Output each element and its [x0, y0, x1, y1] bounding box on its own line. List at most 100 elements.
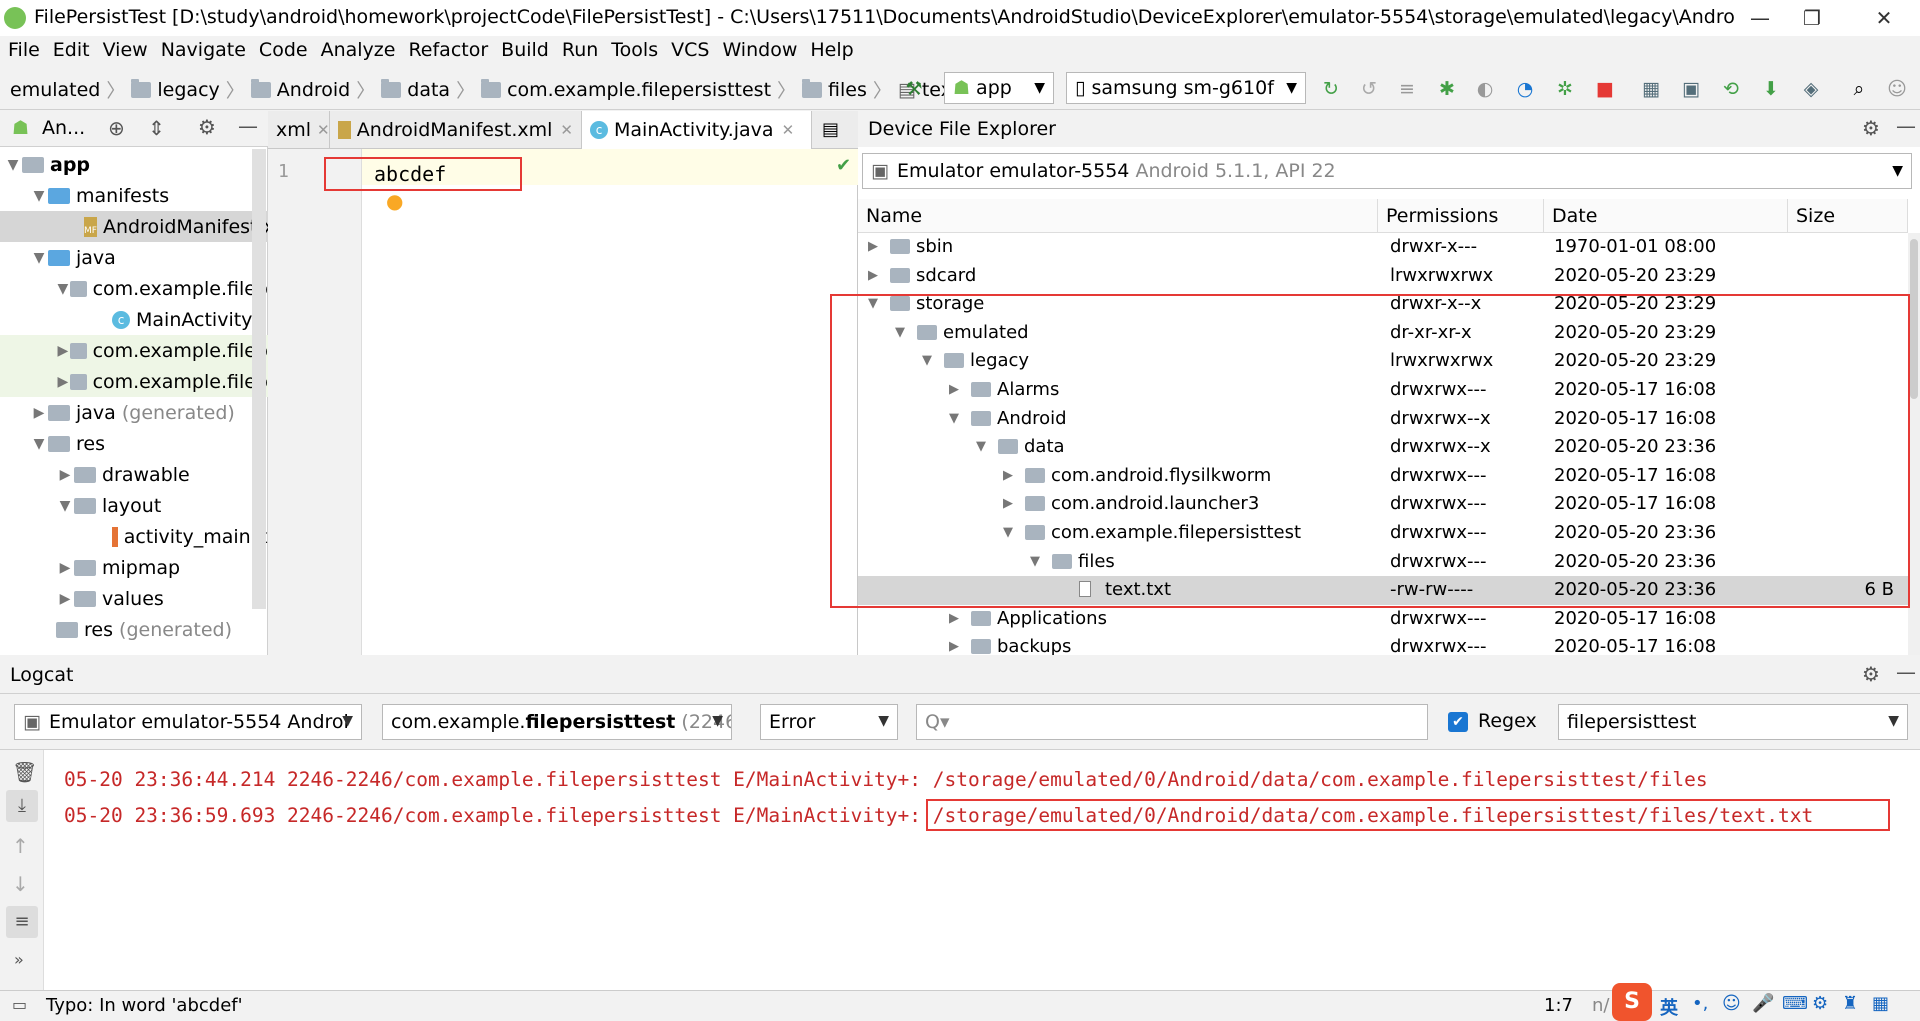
project-view-title[interactable]: An...: [42, 117, 85, 139]
column-header-size[interactable]: Size: [1788, 199, 1908, 233]
menu-file[interactable]: File: [0, 36, 45, 68]
tree-item-app[interactable]: ▼ app: [0, 149, 268, 180]
close-icon[interactable]: ✕: [560, 121, 573, 139]
toolbox-icon[interactable]: ▦: [1872, 993, 1889, 1014]
menu-analyze[interactable]: Analyze: [313, 36, 401, 68]
tree-item-layout[interactable]: ▼ layout: [0, 490, 268, 521]
tab-list-icon[interactable]: ▤: [822, 119, 839, 140]
breadcrumb-emulated[interactable]: emulated: [10, 79, 100, 101]
column-header-date[interactable]: Date: [1544, 199, 1788, 233]
tree-item-drawable[interactable]: ▶ drawable: [0, 459, 268, 490]
down-arrow-icon[interactable]: ↓: [12, 872, 29, 896]
lightbulb-icon[interactable]: ●: [386, 189, 403, 213]
tree-item-package-test[interactable]: ▶ com.example.filep: [0, 366, 268, 397]
close-icon[interactable]: ✕: [782, 121, 795, 139]
sdk-manager-icon[interactable]: ⬇: [1760, 78, 1782, 100]
restore-button[interactable]: ❐: [1792, 4, 1832, 32]
attach-debugger-icon[interactable]: ✲: [1554, 78, 1576, 100]
minimize-button[interactable]: —: [1740, 4, 1780, 32]
file-row[interactable]: ▶ sdcard lrwxrwxrwx 2020-05-20 23:29: [858, 262, 1908, 291]
menu-refactor[interactable]: Refactor: [400, 36, 493, 68]
breadcrumb-android[interactable]: Android: [277, 79, 350, 101]
file-row[interactable]: ▶ backups drwxrwx--- 2020-05-17 16:08: [858, 633, 1908, 655]
tree-item-activity-main[interactable]: activity_main.x: [0, 521, 268, 552]
avd-manager-icon[interactable]: ▣: [1680, 78, 1702, 100]
close-icon[interactable]: ✕: [317, 121, 330, 139]
tree-item-java-generated[interactable]: ▶ java (generated): [0, 397, 268, 428]
menu-help[interactable]: Help: [802, 36, 858, 68]
menu-view[interactable]: View: [95, 36, 153, 68]
tree-item-res-generated[interactable]: res (generated): [0, 614, 268, 645]
profiler-icon[interactable]: ◔: [1514, 78, 1536, 100]
code-text[interactable]: abcdef: [374, 162, 446, 186]
ime-language[interactable]: 英: [1660, 994, 1678, 1020]
column-header-name[interactable]: Name: [858, 199, 1378, 233]
file-row[interactable]: ▶ sbin drwxr-x--- 1970-01-01 08:00: [858, 233, 1908, 262]
menu-vcs[interactable]: VCS: [663, 36, 714, 68]
tree-item-mainactivity[interactable]: c MainActivity: [0, 304, 268, 335]
coverage-icon[interactable]: ◐: [1474, 78, 1496, 100]
hide-icon[interactable]: —: [238, 114, 258, 138]
tab-xml[interactable]: xml ✕: [268, 111, 330, 149]
gear-icon[interactable]: ⚙: [198, 115, 216, 139]
ime-logo-icon[interactable]: S: [1612, 983, 1652, 1021]
gear-icon[interactable]: ⚙: [1862, 116, 1880, 140]
hide-icon[interactable]: —: [1896, 114, 1916, 138]
breadcrumb-legacy[interactable]: legacy: [157, 79, 219, 101]
hide-icon[interactable]: —: [1896, 660, 1916, 684]
soft-wrap-icon[interactable]: ≡: [6, 906, 38, 938]
tree-item-mipmap[interactable]: ▶ mipmap: [0, 552, 268, 583]
breadcrumb-data[interactable]: data: [407, 79, 450, 101]
breadcrumb-package[interactable]: com.example.filepersisttest: [507, 79, 771, 101]
microphone-icon[interactable]: 🎤: [1752, 993, 1774, 1014]
project-scrollbar[interactable]: [252, 149, 266, 609]
debug-icon[interactable]: ✱: [1436, 78, 1458, 100]
apply-changes-icon[interactable]: ↺: [1358, 78, 1380, 100]
menu-build[interactable]: Build: [493, 36, 554, 68]
menu-window[interactable]: Window: [714, 36, 802, 68]
logcat-filter-select[interactable]: filepersisttest ▼: [1558, 704, 1908, 740]
collapsed-arrow-icon[interactable]: ▶: [949, 639, 959, 654]
cursor-position[interactable]: 1:7: [1544, 995, 1573, 1016]
tree-item-package-androidtest[interactable]: ▶ com.example.filep: [0, 335, 268, 366]
menu-run[interactable]: Run: [554, 36, 603, 68]
log-line[interactable]: 05-20 23:36:44.214 2246-2246/com.example…: [64, 768, 1708, 791]
scroll-to-end-icon[interactable]: ⤓: [6, 790, 38, 822]
collapsed-arrow-icon[interactable]: ▶: [949, 611, 959, 626]
regex-checkbox[interactable]: ✔: [1448, 712, 1468, 732]
logcat-search-input[interactable]: Q▾: [916, 704, 1428, 740]
project-structure-icon[interactable]: ▦: [1640, 78, 1662, 100]
logcat-process-select[interactable]: com.example.filepersisttest (2246)▼: [382, 704, 732, 740]
close-button[interactable]: ✕: [1864, 4, 1904, 32]
run-config-select[interactable]: ☗ app ▼: [944, 72, 1054, 104]
logcat-device-select[interactable]: ▣ Emulator emulator-5554 Androi ▼: [14, 704, 362, 740]
logcat-level-select[interactable]: Error ▼: [760, 704, 898, 740]
breadcrumb-files[interactable]: files: [828, 79, 867, 101]
punctuation-icon[interactable]: •,: [1692, 993, 1708, 1014]
tree-item-manifests[interactable]: ▼ manifests: [0, 180, 268, 211]
sync-gradle-icon[interactable]: ⟲: [1720, 78, 1742, 100]
file-row[interactable]: ▶ Applications drwxrwx--- 2020-05-17 16:08: [858, 605, 1908, 634]
user-icon[interactable]: ☺: [1886, 78, 1908, 100]
tab-mainactivity[interactable]: c MainActivity.java ✕: [582, 111, 812, 149]
shirt-icon[interactable]: ♜: [1842, 993, 1858, 1014]
rerun-icon[interactable]: ↻: [1320, 78, 1342, 100]
collapsed-arrow-icon[interactable]: ▶: [868, 239, 878, 254]
tree-item-values[interactable]: ▶ values: [0, 583, 268, 614]
skin-icon[interactable]: ⚙: [1812, 993, 1828, 1014]
menu-navigate[interactable]: Navigate: [153, 36, 251, 68]
hammer-icon[interactable]: ⚒: [903, 78, 925, 100]
target-icon[interactable]: ⊕: [108, 116, 125, 140]
menu-tools[interactable]: Tools: [603, 36, 663, 68]
resource-manager-icon[interactable]: ◈: [1800, 78, 1822, 100]
collapse-icon[interactable]: ⇕: [148, 116, 165, 140]
keyboard-icon[interactable]: ⌨: [1782, 993, 1808, 1014]
tab-androidmanifest[interactable]: AndroidManifest.xml ✕: [330, 111, 582, 149]
more-icon[interactable]: »: [14, 950, 24, 969]
device-select[interactable]: ▯ samsung sm-g610f ▼: [1066, 72, 1306, 104]
search-icon[interactable]: ⌕: [1848, 78, 1870, 100]
up-arrow-icon[interactable]: ↑: [12, 834, 29, 858]
emoji-icon[interactable]: ☺: [1722, 993, 1741, 1014]
device-select[interactable]: ▣ Emulator emulator-5554 Android 5.1.1, …: [862, 153, 1912, 189]
column-header-permissions[interactable]: Permissions: [1378, 199, 1544, 233]
